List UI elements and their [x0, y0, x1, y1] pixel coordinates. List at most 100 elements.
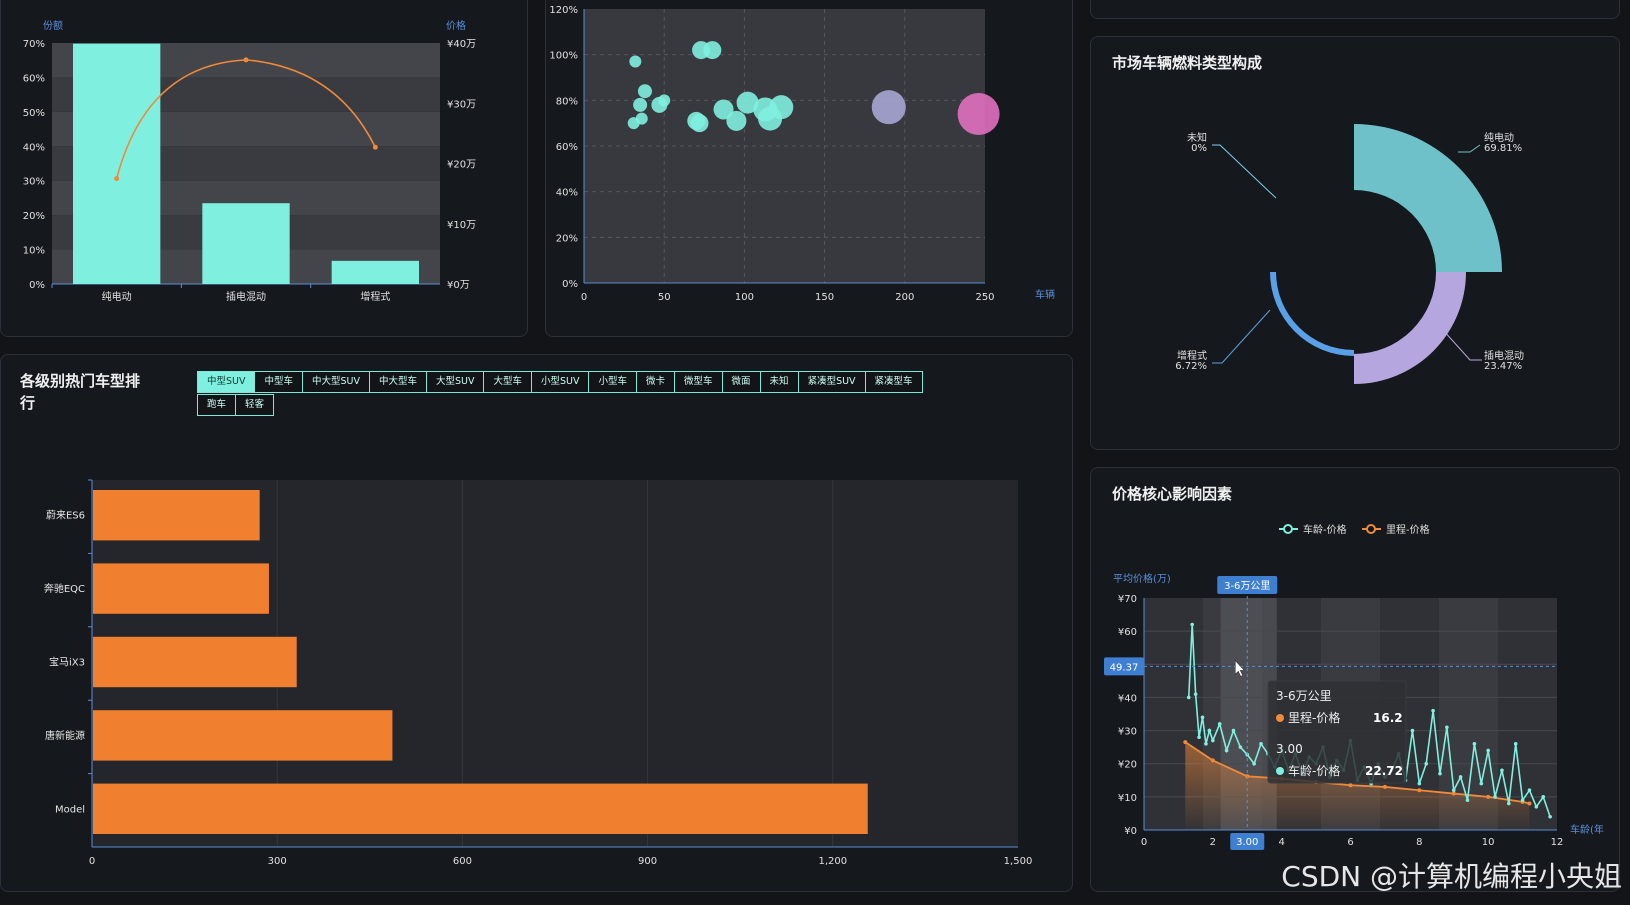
- age-point: [1493, 795, 1497, 799]
- tooltip-age-value: 22.72: [1365, 764, 1403, 778]
- y-tick: ¥30: [1118, 727, 1137, 738]
- age-point: [1224, 748, 1229, 753]
- age-point: [1548, 814, 1552, 819]
- y-left-tick: 0%: [29, 280, 45, 291]
- age-point: [1207, 728, 1212, 733]
- age-point: [1438, 771, 1442, 776]
- mileage-point: [1382, 784, 1387, 789]
- slice-plug-in-hybrid: [1354, 272, 1466, 384]
- y-left-tick: 20%: [23, 211, 45, 222]
- tab-vehicle-class[interactable]: 中型车: [254, 371, 303, 393]
- legend-mileage-marker: [1366, 524, 1376, 534]
- y-tick: ¥60: [1118, 627, 1137, 638]
- bubble-point: [703, 41, 722, 60]
- tab-vehicle-class[interactable]: 小型车: [588, 371, 637, 393]
- x-category-label: 插电混动: [226, 290, 266, 303]
- price-factors-chart: 车龄-价格里程-价格 平均价格(万) ¥70¥60¥50¥40¥30¥20¥10…: [1104, 523, 1604, 850]
- age-point: [1417, 781, 1422, 786]
- age-point: [1541, 795, 1546, 799]
- label-unknown-pct: 0%: [1191, 143, 1207, 154]
- pointer-top-label: 3-6万公里: [1224, 580, 1270, 592]
- y-tick: 60%: [556, 142, 578, 153]
- tab-vehicle-class[interactable]: 紧凑型SUV: [797, 371, 866, 393]
- model-ranking-chart: 蔚来ES6 奔驰EQC 宝马iX3 唐新能源 Model 0 300 600 900 1,200…: [44, 479, 1033, 867]
- csdn-watermark: CSDN @计算机编程小央姐: [1281, 860, 1622, 893]
- age-point: [1259, 742, 1263, 746]
- price-factors-title: 价格核心影响因素: [1112, 485, 1233, 503]
- share-bar: [331, 260, 419, 284]
- x-tick: 150: [815, 292, 834, 303]
- age-point: [1520, 798, 1525, 802]
- x-tick: 1,500: [1004, 856, 1033, 867]
- tab-vehicle-class[interactable]: 中大型车: [368, 371, 427, 393]
- tab-vehicle-class[interactable]: 紧凑型车: [864, 371, 923, 393]
- x-tick: 100: [735, 292, 754, 303]
- factors-x-title: 车龄(年: [1570, 823, 1604, 836]
- label-extended-range-pct: 6.72%: [1175, 361, 1207, 372]
- model-bar: [93, 783, 868, 834]
- legend-mileage-label: 里程-价格: [1386, 523, 1430, 536]
- age-point: [1204, 742, 1208, 746]
- x-tick: 10: [1482, 837, 1495, 848]
- mileage-point: [1527, 801, 1532, 806]
- mileage-point: [1486, 794, 1491, 799]
- bubble-point: [627, 117, 640, 130]
- top-right-panel: [1090, 0, 1620, 19]
- y-right-tick: ¥10万: [447, 220, 476, 231]
- tooltip-header-1: 3-6万公里: [1276, 689, 1332, 703]
- age-point: [1486, 748, 1490, 753]
- price-point: [243, 57, 249, 63]
- tab-vehicle-class[interactable]: 微型车: [674, 371, 723, 393]
- tab-vehicle-class[interactable]: 大型SUV: [426, 371, 485, 393]
- y-left-tick: 30%: [23, 177, 45, 188]
- tooltip-age-name: 车龄-价格: [1288, 763, 1340, 778]
- x-tick: 12: [1551, 837, 1564, 848]
- bubble-point: [629, 55, 642, 68]
- x-tick: 6: [1347, 837, 1353, 848]
- age-point: [1238, 745, 1243, 749]
- age-point: [1197, 735, 1201, 739]
- y-tick: ¥40: [1118, 693, 1137, 704]
- tab-vehicle-class[interactable]: 微面: [721, 371, 761, 393]
- tab-vehicle-class[interactable]: 大型车: [483, 371, 532, 393]
- tab-vehicle-class[interactable]: 中大型SUV: [302, 371, 370, 393]
- age-point: [1190, 622, 1194, 627]
- y-tick: 40%: [556, 188, 578, 199]
- age-point: [1534, 805, 1539, 809]
- x-tick: 50: [658, 292, 671, 303]
- share-bar: [202, 203, 290, 284]
- bubble-point: [769, 95, 794, 120]
- tooltip-mileage-marker: [1276, 714, 1284, 722]
- tab-vehicle-class[interactable]: 轻客: [235, 394, 275, 416]
- y-tick: ¥0: [1124, 826, 1137, 837]
- y-right-tick: ¥20万: [447, 160, 476, 171]
- y-tick: 20%: [556, 233, 578, 244]
- price-point: [372, 144, 378, 150]
- y-left-tick: 60%: [23, 73, 45, 84]
- tab-vehicle-class[interactable]: 小型SUV: [531, 371, 590, 393]
- model-bar: [93, 710, 393, 761]
- tab-vehicle-class[interactable]: 中型SUV: [197, 371, 256, 393]
- tab-vehicle-class[interactable]: 未知: [759, 371, 799, 393]
- x-tick: 8: [1416, 837, 1422, 848]
- tab-vehicle-class[interactable]: 微卡: [636, 371, 676, 393]
- age-point: [1193, 692, 1198, 696]
- age-point: [1479, 781, 1484, 786]
- bubble-point: [957, 93, 1000, 136]
- share-bar: [73, 43, 161, 284]
- mileage-point: [1348, 783, 1353, 788]
- fuel-type-composition-title: 市场车辆燃料类型构成: [1112, 54, 1263, 72]
- y-left-tick: 50%: [23, 108, 45, 119]
- y-left-title: 份额: [43, 19, 63, 32]
- y-tick: ¥70: [1118, 594, 1137, 605]
- age-point: [1424, 761, 1429, 766]
- age-point: [1252, 761, 1256, 766]
- model-ranking-title-line2: 行: [20, 394, 36, 412]
- age-point: [1231, 728, 1236, 733]
- x-tick: 300: [268, 856, 287, 867]
- model-bar: [93, 490, 260, 541]
- tab-vehicle-class[interactable]: 跑车: [197, 394, 237, 416]
- bubble-point: [726, 110, 747, 131]
- model-label: 唐新能源: [45, 729, 85, 742]
- x-tick: 2: [1210, 837, 1216, 848]
